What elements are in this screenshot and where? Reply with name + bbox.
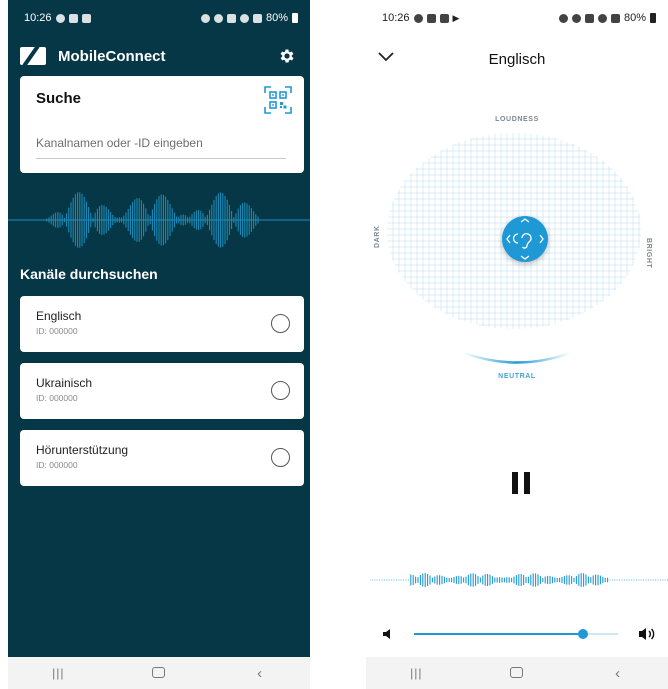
- system-nav-bar: ||| ‹: [8, 657, 310, 689]
- pause-icon: [512, 472, 518, 494]
- gallery-icon: [426, 13, 436, 23]
- channel-name: Ukrainisch: [36, 376, 93, 390]
- home-icon: [152, 666, 166, 678]
- recent-apps-button[interactable]: |||: [28, 666, 88, 680]
- gallery-icon: [68, 13, 78, 23]
- bluetooth-icon: [571, 13, 581, 23]
- status-time: 10:26: [382, 12, 410, 24]
- status-bar: 10:26 ▶ 80%: [366, 0, 668, 36]
- alarm-icon: [200, 13, 210, 23]
- volume-control: [366, 622, 668, 646]
- status-time: 10:26: [24, 12, 52, 24]
- volume-high-icon[interactable]: [638, 626, 658, 642]
- app-title: MobileConnect: [58, 47, 166, 65]
- label-loudness: LOUDNESS: [495, 116, 539, 123]
- chevron-down-icon[interactable]: [378, 52, 394, 62]
- channel-id: ID: 000000: [36, 326, 78, 336]
- channel-radio[interactable]: [271, 448, 290, 467]
- volume-slider[interactable]: [414, 629, 618, 639]
- channel-radio[interactable]: [271, 381, 290, 400]
- battery-percent: 80%: [265, 12, 288, 24]
- audio-waveform: [8, 192, 310, 248]
- calendar-icon: [81, 13, 91, 23]
- battery-icon: [650, 13, 656, 23]
- whatsapp-icon: [55, 13, 65, 23]
- label-neutral: NEUTRAL: [498, 373, 536, 380]
- mute-icon: [584, 13, 594, 23]
- neutral-arc: [463, 351, 571, 364]
- mute-icon: [226, 13, 236, 23]
- channel-item-hoerunterstuetzung[interactable]: Hörunterstützung ID: 000000: [20, 430, 304, 486]
- search-card: Suche: [20, 76, 304, 173]
- search-title: Suche: [36, 90, 82, 107]
- channel-id: ID: 000000: [36, 393, 78, 403]
- home-button[interactable]: [487, 665, 547, 682]
- system-nav-bar: ||| ‹: [366, 657, 668, 689]
- label-bright: BRIGHT: [645, 238, 652, 269]
- recent-apps-button[interactable]: |||: [386, 666, 446, 680]
- whatsapp-icon: [413, 13, 423, 23]
- back-button[interactable]: ‹: [230, 665, 290, 682]
- channel-title: Englisch: [488, 50, 546, 68]
- battery-percent: 80%: [623, 12, 646, 24]
- channel-item-ukrainisch[interactable]: Ukrainisch ID: 000000: [20, 363, 304, 419]
- signal-icon: [252, 13, 262, 23]
- volume-slider-thumb[interactable]: [578, 629, 589, 639]
- volume-low-icon[interactable]: [382, 627, 396, 641]
- app-bar: MobileConnect: [8, 36, 310, 76]
- calendar-icon: [439, 13, 449, 23]
- battery-icon: [292, 13, 298, 23]
- search-input[interactable]: [36, 134, 286, 159]
- label-dark: DARK: [374, 225, 381, 248]
- channel-radio[interactable]: [271, 314, 290, 333]
- wifi-icon: [239, 13, 249, 23]
- live-audio-waveform: [370, 573, 668, 587]
- gear-icon[interactable]: [276, 45, 298, 67]
- back-button[interactable]: ‹: [588, 665, 648, 682]
- bluetooth-icon: [213, 13, 223, 23]
- section-title: Kanäle durchsuchen: [20, 266, 158, 282]
- ear-icon: [506, 218, 544, 260]
- wifi-icon: [597, 13, 607, 23]
- qr-code-icon[interactable]: [264, 86, 292, 114]
- channel-item-englisch[interactable]: Englisch ID: 000000: [20, 296, 304, 352]
- channel-name: Hörunterstützung: [36, 443, 129, 457]
- signal-icon: [610, 13, 620, 23]
- alarm-icon: [558, 13, 568, 23]
- player-screen: 10:26 ▶ 80% Englisch LOUDNESS DARK BRIGH…: [366, 0, 668, 689]
- play-status-icon: ▶: [452, 12, 460, 23]
- channel-name: Englisch: [36, 309, 82, 323]
- sound-adjust-knob[interactable]: [502, 216, 548, 262]
- home-icon: [510, 666, 524, 678]
- home-button[interactable]: [129, 665, 189, 682]
- pause-button[interactable]: [512, 472, 530, 494]
- status-bar: 10:26 80%: [8, 0, 310, 36]
- sennheiser-logo-icon: [20, 47, 46, 65]
- channel-list-screen: 10:26 80% MobileConnect Suche Kanalnamen…: [8, 0, 310, 689]
- player-header: Englisch: [366, 36, 668, 82]
- channel-id: ID: 000000: [36, 460, 78, 470]
